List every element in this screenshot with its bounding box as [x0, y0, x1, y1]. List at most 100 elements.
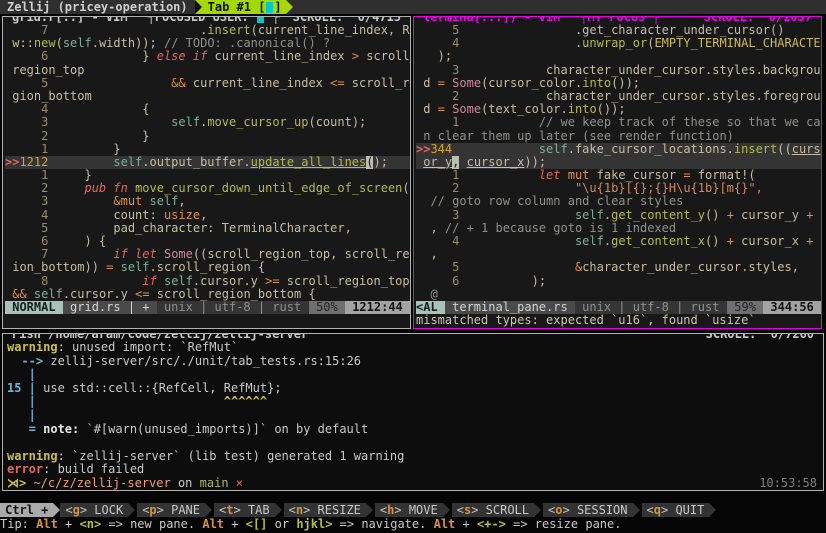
zellij-screen: Zellij (pricey-operation) Tab #1 [ ] gri… — [0, 0, 826, 533]
code-line: 3 self.get_content_y() + cursor_y + 1 — [416, 209, 821, 222]
code-line: w::new(self.width)); // TODO: .canonical… — [5, 37, 410, 50]
code-line: 5 .get_character_under_cursor() — [416, 24, 821, 37]
code-line: 5 &character_under_cursor.styles, — [416, 261, 821, 274]
code-line: 15 | use std::cell::{RefCell, RefMut}; — [7, 382, 823, 396]
code-line: warning: unused import: `RefMut` — [7, 341, 823, 355]
keybind-resize: <n> RESIZE — [284, 503, 366, 517]
pane-title: Fish /home/aram/code/zellij/zellij-serve… — [9, 333, 311, 341]
keybind-quit: <q> QUIT — [642, 503, 710, 517]
tip-bar: Tip: Alt + <n> => new pane. Alt + <[] or… — [0, 517, 826, 531]
code-line: n clear them up later (see render functi… — [416, 130, 821, 143]
clock: 10:53:58 — [759, 477, 823, 491]
powerline-separator-icon — [366, 503, 373, 517]
statusline-segment: 344:56 — [763, 301, 821, 314]
code-line: 1 } — [5, 169, 410, 182]
code-line: 1 let mut fake_cursor = format!( — [416, 169, 821, 182]
keybind-scroll: <s> SCROLL — [452, 503, 534, 517]
code-line: = note: `#[warn(unused_imports)]` on by … — [7, 423, 823, 437]
powerline-separator-icon — [534, 503, 541, 517]
code-line: warning: `zellij-server` (lib test) gene… — [7, 450, 823, 464]
code-line — [7, 436, 823, 450]
code-line: ion_bottom)) = self.scroll_region { — [5, 261, 410, 274]
code-line: 1 } — [5, 143, 410, 156]
fish-title-row: Fish /home/aram/code/zellij/zellij-serve… — [9, 333, 817, 341]
code-line: error: build failed — [7, 463, 823, 477]
powerline-separator-icon — [195, 0, 202, 14]
session-name: Zellij (pricey-operation) — [0, 0, 195, 14]
code-line: 4 count: usize, — [5, 209, 410, 222]
code-line: >>344 self.fake_cursor_locations.insert(… — [416, 143, 821, 156]
keybind-lock: <g> LOCK — [60, 503, 128, 517]
powerline-separator-icon — [443, 503, 450, 517]
code-line: 1 // we keep track of these so that we c… — [416, 116, 821, 129]
pane-fish-shell[interactable]: Fish /home/aram/code/zellij/zellij-serve… — [2, 333, 824, 491]
code-line: | — [7, 368, 823, 382]
code-line: @ — [416, 288, 821, 301]
code-line: ); — [416, 50, 821, 63]
code-line: , — [416, 248, 821, 261]
code-line: 2 } — [5, 130, 410, 143]
code-line: d = Some(text_color.into()); — [416, 103, 821, 116]
code-line: 4 self.get_content_x() + cursor_x + 1 — [416, 235, 821, 248]
code-area-grid: 7 .insert(current_line_index, Ro w::new(… — [5, 24, 410, 301]
vim-statusline-grid: NORMAL grid.rs | + unix | utf-8 | rust 5… — [5, 301, 410, 314]
user-cursor-block — [257, 16, 264, 23]
keybind-move: <h> MOVE — [375, 503, 443, 517]
powerline-separator-icon — [286, 0, 293, 14]
statusline-segment: 50% — [309, 301, 345, 314]
pane-title: grid.r[..] - VIM — [9, 16, 131, 24]
code-line: && self.cursor.y <= scroll_region_bottom… — [5, 288, 410, 301]
powerline-separator-icon — [709, 503, 716, 517]
focused-user-indicator: FOCUSED USER: — [145, 16, 283, 24]
tab-1[interactable]: Tab #1 [ ] — [202, 0, 286, 14]
statusline-segment: grid.rs | + — [63, 301, 157, 314]
tab-label: Tab #1 [ — [208, 0, 266, 14]
status-keybar: Ctrl + <g> LOCK<p> PANE<t> TAB<n> RESIZE… — [0, 503, 826, 517]
pane-grid-rs[interactable]: grid.r[..] - VIM FOCUSED USER: SCROLL: 0… — [2, 16, 411, 329]
pane-terminal-title-row: termina[...]) - VIM MY FOCUS SCROLL: 0/1… — [420, 16, 815, 24]
code-line: gion_bottom — [5, 90, 410, 103]
code-line: 3 self.move_cursor_up(count); — [5, 116, 410, 129]
code-line: 3 character_under_cursor.styles.backgrou… — [416, 64, 821, 77]
code-line: 2 character_under_cursor.styles.foregrou… — [416, 90, 821, 103]
code-line: --> zellij-server/src/./unit/tab_tests.r… — [7, 355, 823, 369]
code-line: 4 .unwrap_or(EMPTY_TERMINAL_CHARACTER — [416, 37, 821, 50]
code-line: ⋊> ~/c/z/zellij-server on main ×10:53:58 — [7, 477, 823, 491]
code-line: | — [7, 409, 823, 423]
powerline-separator-icon — [53, 503, 60, 517]
code-area-terminal: 5 .get_character_under_cursor() 4 .unwra… — [416, 24, 821, 301]
shell-output-area: warning: unused import: `RefMut` --> zel… — [7, 341, 823, 491]
keybind-session: <o> SESSION — [543, 503, 633, 517]
code-line: 6 } else if current_line_index > scroll_ — [5, 50, 410, 63]
code-line: 4 { — [5, 103, 410, 116]
code-line: or_y, cursor_x)); — [416, 156, 821, 169]
pane-terminal-pane-rs[interactable]: termina[...]) - VIM MY FOCUS SCROLL: 0/1… — [413, 16, 822, 329]
powerline-separator-icon — [633, 503, 640, 517]
tab-cursor-block — [266, 2, 273, 13]
vim-error-message: mismatched types: expected `u16`, found … — [416, 314, 821, 327]
keybind-tab: <t> TAB — [214, 503, 275, 517]
code-line: 5 pad_character: TerminalCharacter, — [5, 222, 410, 235]
pane-area: grid.r[..] - VIM FOCUSED USER: SCROLL: 0… — [0, 16, 826, 329]
scroll-indicator: SCROLL: 0/7260 — [703, 333, 817, 341]
powerline-separator-icon — [205, 503, 212, 517]
my-focus-indicator: MY FOCUS — [577, 16, 662, 24]
pane-title: termina[...]) - VIM — [420, 16, 563, 24]
statusline-segment: unix | utf-8 | rust — [157, 301, 309, 314]
code-line: 7 if let Some((scroll_region_top, scroll… — [5, 248, 410, 261]
code-line: d = Some(cursor_color.into()); — [416, 77, 821, 90]
scroll-indicator: SCROLL: 0/1037 — [701, 16, 815, 24]
ctrl-prefix-badge: Ctrl + — [0, 503, 53, 517]
code-line: 3 &mut self, — [5, 195, 410, 208]
code-line: 2 "\u{1b}[{};{}H\u{1b}[m{}", — [416, 182, 821, 195]
code-line: 5 && current_line_index <= scroll_re — [5, 77, 410, 90]
powerline-separator-icon — [275, 503, 282, 517]
tab-label-end: ] — [274, 0, 281, 14]
code-line: // goto row column and clear styles — [416, 195, 821, 208]
powerline-separator-icon — [128, 503, 135, 517]
tab-bar: Zellij (pricey-operation) Tab #1 [ ] — [0, 0, 826, 14]
code-line: , // + 1 because goto is 1 indexed — [416, 222, 821, 235]
code-line: 6 ) { — [5, 235, 410, 248]
code-line: 6 ); — [416, 275, 821, 288]
code-line: 7 .insert(current_line_index, Ro — [5, 24, 410, 37]
